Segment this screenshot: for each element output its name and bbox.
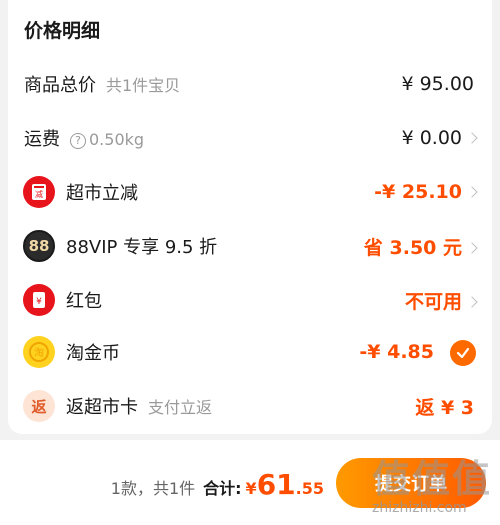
row-goods-total: 商品总价 共1件宝贝 ¥ 95.00 — [8, 64, 492, 104]
submit-order-button[interactable]: 提交订单 — [336, 458, 486, 508]
goods-total-label: 商品总价 — [24, 75, 96, 96]
row-supermarket-discount[interactable]: 减 超市立减 -¥ 25.10 — [8, 172, 492, 212]
total-integer: 61 — [256, 468, 296, 501]
cashback-value: 返 ¥ 3 — [415, 396, 474, 419]
page-title: 价格明细 — [24, 20, 101, 42]
price-detail-card: 价格明细 商品总价 共1件宝贝 ¥ 95.00 运费? 0.50kg ¥ 0.00 … — [8, 0, 492, 434]
row-shipping[interactable]: 运费? 0.50kg ¥ 0.00 — [8, 118, 492, 158]
chevron-right-icon — [466, 186, 478, 198]
goods-total-value: ¥ 95.00 — [401, 73, 474, 95]
chevron-right-icon — [466, 132, 478, 144]
checkbox-checked-icon[interactable] — [450, 340, 476, 366]
goods-count: 共1件宝贝 — [106, 76, 181, 95]
red-packet-value: 不可用 — [404, 290, 462, 313]
taojinbi-value: -¥ 4.85 — [359, 341, 434, 363]
row-red-packet[interactable]: ¥ 红包 不可用 — [8, 280, 492, 320]
row-cashback: 返 返超市卡 支付立返 返 ¥ 3 — [8, 386, 492, 426]
help-icon[interactable]: ? — [70, 132, 86, 149]
total-decimal: .55 — [295, 479, 324, 498]
svg-text:¥: ¥ — [36, 297, 42, 307]
item-count: 1款，共1件 — [110, 479, 196, 498]
supermarket-discount-icon: 减 — [23, 176, 55, 208]
row-88vip[interactable]: 88 88VIP 专享 9.5 折 省 3.50 元 — [8, 226, 492, 266]
gold-coin-icon: 淘 — [23, 336, 55, 368]
taojinbi-label: 淘金币 — [66, 343, 120, 364]
shipping-value: ¥ 0.00 — [401, 127, 462, 149]
red-packet-icon: ¥ — [23, 284, 55, 316]
cashback-icon: 返 — [23, 390, 55, 422]
chevron-right-icon — [466, 241, 478, 254]
supermarket-discount-value: -¥ 25.10 — [374, 181, 462, 203]
chevron-right-icon — [466, 295, 478, 308]
cashback-label: 返超市卡 — [66, 397, 138, 418]
vip-label: 88VIP 专享 9.5 折 — [66, 237, 218, 258]
shipping-label: 运费 — [24, 129, 60, 150]
row-taojinbi[interactable]: 淘 淘金币 -¥ 4.85 — [8, 332, 492, 372]
vip-value: 省 3.50 元 — [363, 236, 462, 259]
svg-text:减: 减 — [35, 189, 43, 199]
total-currency: ¥ — [245, 479, 257, 498]
order-summary: 1款，共1件 合计: ¥ 61 .55 — [111, 468, 324, 501]
total-label: 合计: — [203, 479, 242, 498]
red-packet-label: 红包 — [66, 291, 102, 312]
vip-88-icon: 88 — [23, 230, 55, 262]
supermarket-discount-label: 超市立减 — [66, 183, 138, 204]
cashback-sub: 支付立返 — [148, 398, 213, 417]
checkout-bar: 1款，共1件 合计: ¥ 61 .55 提交订单 — [0, 440, 500, 525]
shipping-weight: 0.50kg — [89, 130, 145, 149]
svg-text:淘: 淘 — [34, 346, 44, 359]
